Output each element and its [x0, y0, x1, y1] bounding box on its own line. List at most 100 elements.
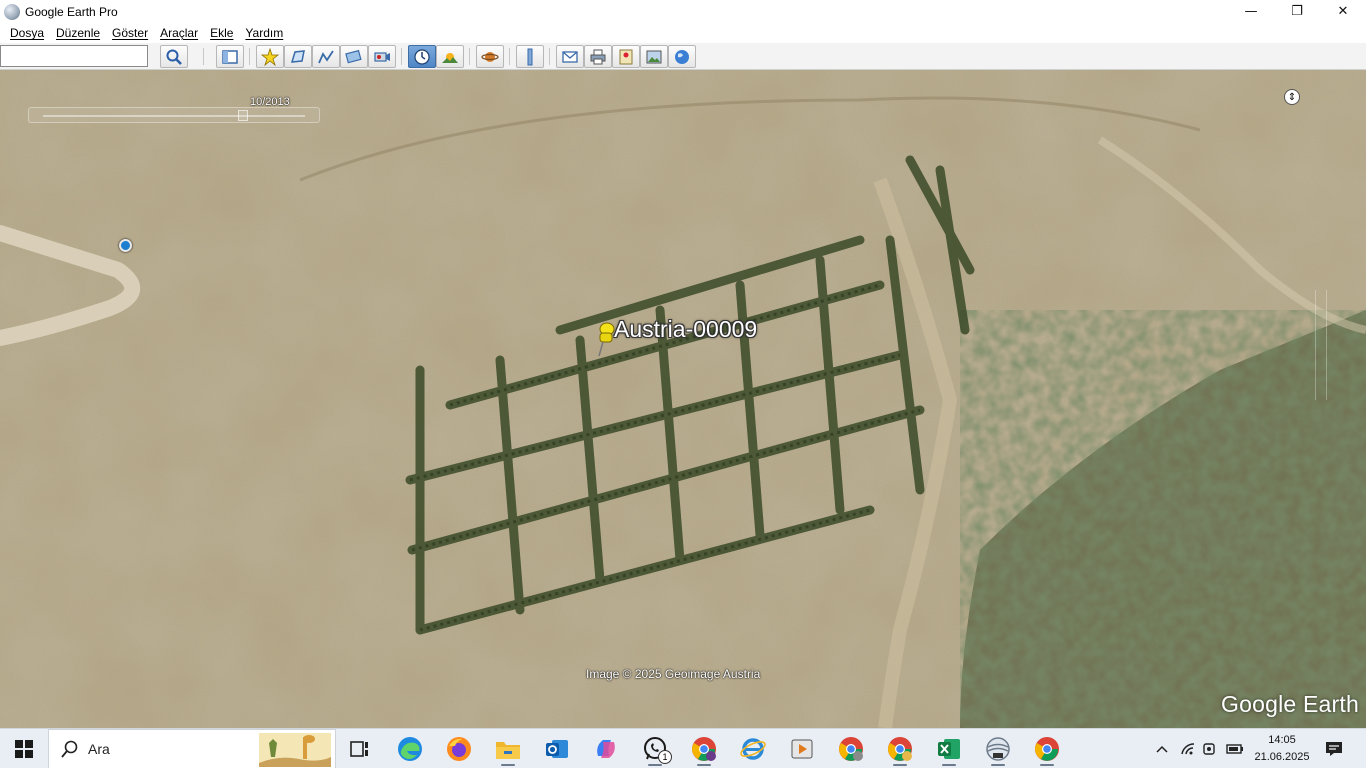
running-indicator	[648, 764, 662, 766]
ruler-button[interactable]	[516, 45, 544, 68]
notification-icon	[1326, 742, 1342, 756]
chrome-icon	[1035, 737, 1059, 761]
map-view[interactable]: 10/2013 ⇕ Austria-00009 Image © 2025 Geo…	[0, 70, 1366, 728]
windows-taskbar: Ara 1 14:05 21.06.2025	[0, 728, 1366, 768]
close-button[interactable]: ✕	[1320, 0, 1366, 23]
planet-switch-button[interactable]	[476, 45, 504, 68]
menu-help[interactable]: Yardım	[239, 26, 289, 40]
print-button[interactable]	[584, 45, 612, 68]
save-image-button[interactable]	[640, 45, 668, 68]
add-placemark-icon	[261, 47, 279, 66]
ie-icon	[740, 738, 766, 760]
menu-view[interactable]: Göster	[106, 26, 154, 40]
sidebar-toggle-button[interactable]	[216, 45, 244, 68]
slider-thumb[interactable]	[238, 110, 248, 121]
taskbar-chrome-profile-3[interactable]	[880, 731, 920, 767]
taskbar-internet-explorer[interactable]	[733, 731, 773, 767]
earth-gallery-button[interactable]	[668, 45, 696, 68]
add-path-button[interactable]	[312, 45, 340, 68]
taskbar-outlook[interactable]	[537, 731, 577, 767]
clock-date: 21.06.2025	[1254, 751, 1310, 763]
toolbar-separator	[549, 48, 550, 65]
toolbar	[0, 43, 1366, 70]
chrome-icon	[888, 737, 912, 761]
wifi-icon	[1181, 743, 1195, 755]
add-placemark-button[interactable]	[256, 45, 284, 68]
taskbar-chrome-profile-2[interactable]	[831, 731, 871, 767]
notification-center-button[interactable]	[1320, 729, 1348, 768]
google-earth-icon	[4, 3, 20, 20]
menu-add[interactable]: Ekle	[204, 26, 239, 40]
view-in-maps-button[interactable]	[612, 45, 640, 68]
taskbar-chrome[interactable]	[1027, 731, 1067, 767]
record-tour-button[interactable]	[368, 45, 396, 68]
menu-file[interactable]: Dosya	[4, 26, 50, 40]
search-button[interactable]	[160, 45, 188, 68]
slider-track	[43, 115, 305, 117]
ruler-icon	[527, 48, 533, 65]
menu-tools[interactable]: Araçlar	[154, 26, 204, 40]
search-input[interactable]	[0, 45, 148, 67]
toolbar-separator	[249, 48, 250, 65]
running-indicator	[1040, 764, 1054, 766]
taskbar-whatsapp[interactable]: 1	[635, 731, 675, 767]
taskbar-firefox[interactable]	[439, 731, 479, 767]
taskbar-google-earth-pro[interactable]	[978, 731, 1018, 767]
folder-icon	[496, 742, 520, 759]
tray-camera[interactable]	[1200, 729, 1220, 768]
add-image-overlay-button[interactable]	[340, 45, 368, 68]
minimize-button[interactable]: —	[1228, 0, 1274, 23]
historical-imagery-button[interactable]	[408, 45, 436, 68]
toolbar-separator	[509, 48, 510, 65]
toolbar-separator	[401, 48, 402, 65]
view-in-maps-icon	[619, 49, 633, 64]
chrome-icon	[692, 737, 716, 761]
imagery-date: 10/2013	[250, 96, 290, 108]
google-earth-logo: Google Earth	[1221, 691, 1359, 717]
email-icon	[562, 50, 578, 63]
add-polygon-icon	[290, 49, 305, 63]
taskbar-search-box[interactable]: Ara	[48, 729, 336, 768]
satellite-imagery	[0, 70, 1366, 728]
google-earth-window: Google Earth Pro — ❐ ✕ Dosya Düzenle Gös…	[0, 0, 1366, 768]
taskbar-media-player[interactable]	[782, 731, 822, 767]
notification-badge: 1	[658, 750, 672, 764]
tray-battery[interactable]	[1224, 729, 1246, 768]
add-path-icon	[318, 50, 334, 63]
toolbar-separator	[469, 48, 470, 65]
maximize-button[interactable]: ❐	[1274, 0, 1320, 23]
start-button[interactable]	[0, 729, 48, 768]
tray-overflow-button[interactable]	[1152, 729, 1172, 768]
email-button[interactable]	[556, 45, 584, 68]
add-polygon-button[interactable]	[284, 45, 312, 68]
tray-wifi[interactable]	[1178, 729, 1198, 768]
menu-edit[interactable]: Düzenle	[50, 26, 106, 40]
battery-icon	[1226, 744, 1243, 754]
sunlight-icon	[442, 52, 458, 63]
taskbar-excel[interactable]	[929, 731, 969, 767]
excel-icon	[938, 739, 960, 759]
window-controls: — ❐ ✕	[1228, 0, 1366, 23]
historical-imagery-slider[interactable]	[28, 107, 320, 123]
running-indicator	[501, 764, 515, 766]
edge-icon	[398, 737, 422, 761]
video-icon	[791, 739, 813, 759]
clock-time: 14:05	[1268, 734, 1296, 746]
taskbar-copilot[interactable]	[586, 731, 626, 767]
system-clock[interactable]: 14:05 21.06.2025	[1250, 732, 1314, 766]
zoom-slider[interactable]	[1315, 290, 1327, 400]
taskbar-edge[interactable]	[390, 731, 430, 767]
taskbar-chrome-profile-m[interactable]	[684, 731, 724, 767]
outlook-icon	[546, 740, 568, 758]
placemark-label[interactable]: Austria-00009	[614, 316, 757, 343]
taskbar-file-explorer[interactable]	[488, 731, 528, 767]
title-bar: Google Earth Pro — ❐ ✕	[0, 0, 1366, 23]
taskbar-task-view[interactable]	[340, 731, 380, 767]
sunlight-button[interactable]	[436, 45, 464, 68]
windows-icon	[15, 740, 33, 758]
task-view-icon	[350, 741, 368, 757]
north-indicator-icon[interactable]: ⇕	[1284, 89, 1300, 105]
taskbar-search-label: Ara	[88, 741, 110, 757]
print-icon	[590, 49, 606, 64]
photo-marker-icon[interactable]	[119, 239, 132, 252]
